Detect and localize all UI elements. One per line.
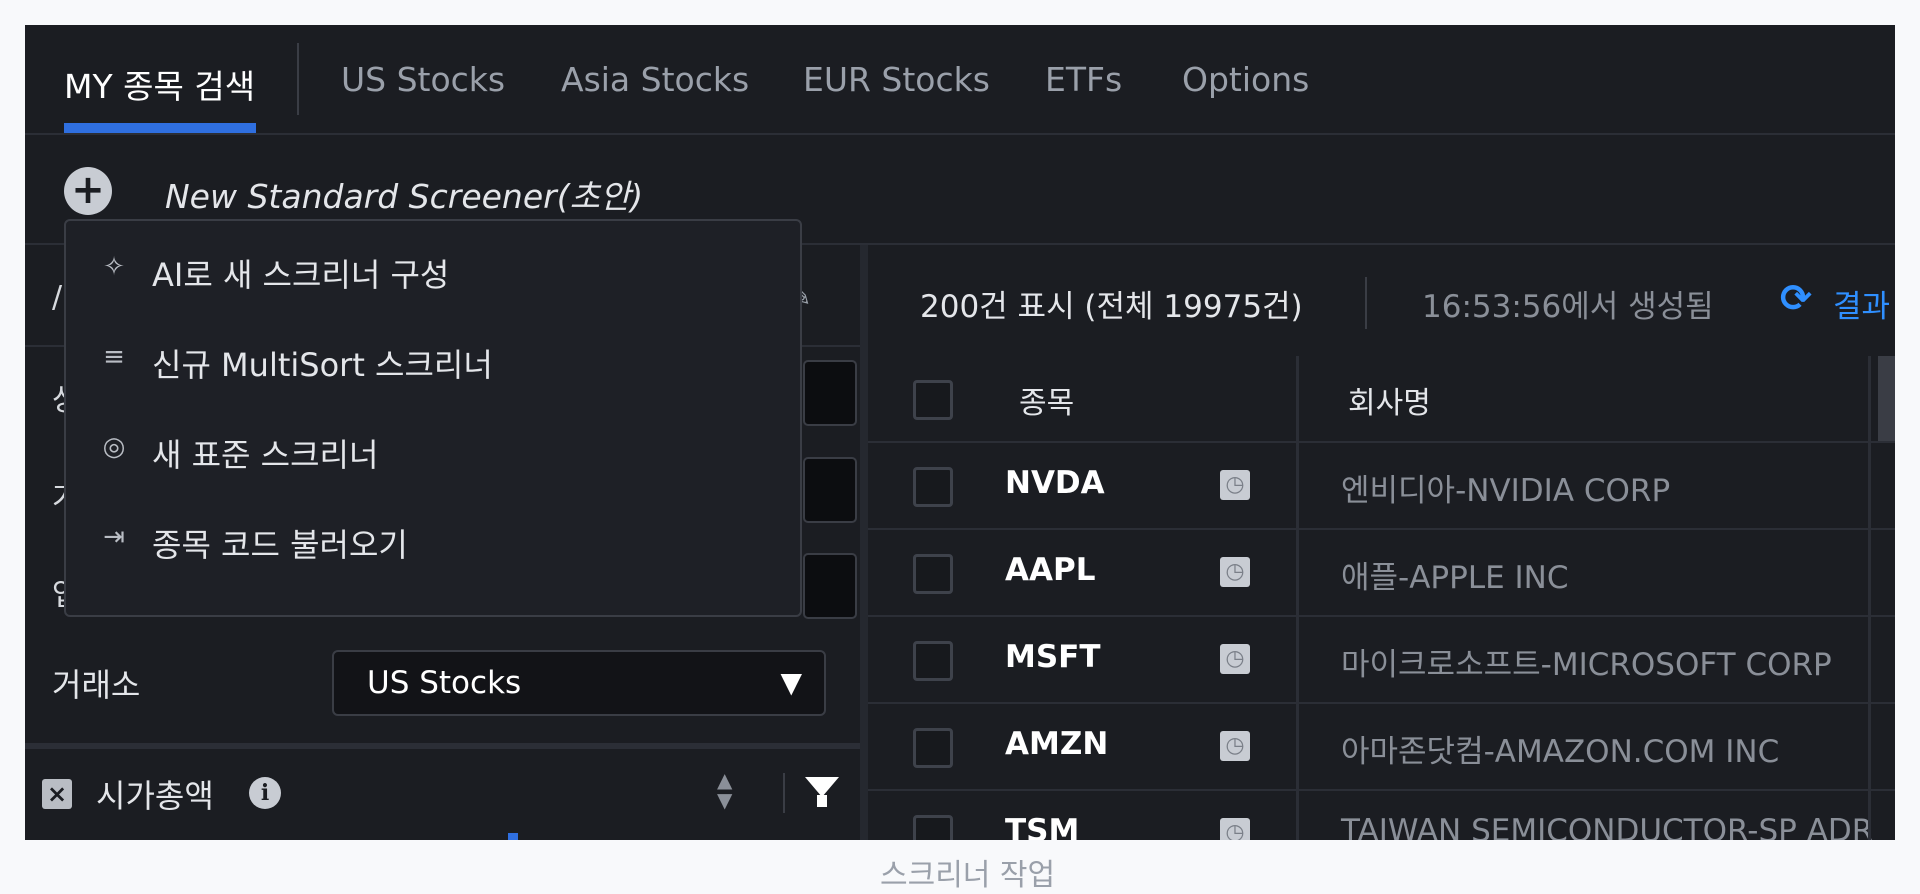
column-divider[interactable]: [1868, 356, 1871, 441]
column-divider: [1868, 704, 1871, 789]
ticker-cell: TSM: [1005, 813, 1080, 840]
menu-item-import-tickers[interactable]: ⇥ 종목 코드 불러오기: [66, 496, 800, 586]
row-checkbox[interactable]: [913, 554, 953, 594]
company-cell: 마이크로소프트-MICROSOFT CORP: [1341, 647, 1832, 683]
filter-row-divider: [783, 773, 785, 813]
menu-item-label: 신규 MultiSort 스크리너: [152, 346, 493, 384]
clock-icon: ◷: [1220, 557, 1250, 587]
row-checkbox[interactable]: [913, 728, 953, 768]
refresh-results-link[interactable]: 결과: [1833, 281, 1890, 326]
new-screener-menu: ✧ AI로 새 스크리너 구성 ≡ 신규 MultiSort 스크리너 ◎ 새 …: [64, 219, 802, 617]
column-divider: [1296, 530, 1299, 615]
clock-icon: ◷: [1220, 731, 1250, 761]
clock-icon: ◷: [1220, 470, 1250, 500]
company-cell: 엔비디아-NVIDIA CORP: [1341, 473, 1671, 509]
menu-item-label: AI로 새 스크리너 구성: [152, 256, 450, 294]
column-header-company[interactable]: 회사명: [1348, 378, 1431, 422]
multisort-icon: ≡: [103, 342, 125, 372]
row-checkbox[interactable]: [913, 815, 953, 840]
table-header-row: 종목 회사명: [868, 356, 1895, 443]
column-divider: [1868, 791, 1871, 840]
tab-my-screener[interactable]: MY 종목 검색: [64, 60, 255, 108]
market-cap-label: 시가총액: [96, 777, 214, 815]
active-tab-indicator: [64, 123, 256, 133]
column-header-ticker[interactable]: 종목: [1019, 378, 1074, 422]
filter-input[interactable]: [803, 360, 857, 426]
column-divider: [1868, 443, 1871, 528]
tab-options[interactable]: Options: [1182, 60, 1309, 99]
slider-handle[interactable]: [508, 833, 518, 840]
row-checkbox[interactable]: [913, 467, 953, 507]
column-divider: [1296, 617, 1299, 702]
results-table: 종목 회사명 NVDA ◷ 엔비디아-NVIDIA CORP AAPL ◷ 애플…: [868, 356, 1895, 840]
filter-input[interactable]: [803, 553, 857, 619]
column-divider[interactable]: [1296, 356, 1299, 441]
menu-item-label: 새 표준 스크리너: [152, 436, 379, 474]
panel-title-fragment: /: [52, 280, 63, 315]
select-all-checkbox[interactable]: [913, 380, 953, 420]
tab-divider: [297, 43, 299, 115]
company-cell: TAIWAN SEMICONDUCTOR-SP ADR: [1341, 813, 1874, 840]
vertical-scrollbar[interactable]: [1878, 356, 1895, 441]
tab-eur-stocks[interactable]: EUR Stocks: [803, 60, 990, 99]
standard-icon: ◎: [102, 432, 126, 462]
status-divider: [1365, 277, 1367, 329]
sort-icon[interactable]: ▲ ▼: [717, 770, 732, 810]
remove-filter-icon[interactable]: ×: [42, 779, 72, 809]
exchange-label: 거래소: [52, 666, 141, 704]
column-divider: [1296, 791, 1299, 840]
image-caption: 스크리너 작업: [880, 858, 1056, 893]
exchange-select[interactable]: US Stocks ▼: [332, 650, 826, 716]
table-row[interactable]: MSFT ◷ 마이크로소프트-MICROSOFT CORP: [868, 617, 1895, 704]
tab-asia-stocks[interactable]: Asia Stocks: [561, 60, 749, 99]
clock-icon: ◷: [1220, 644, 1250, 674]
row-checkbox[interactable]: [913, 641, 953, 681]
add-screener-button[interactable]: +: [64, 167, 112, 215]
tab-us-stocks[interactable]: US Stocks: [341, 60, 505, 99]
company-cell: 아마존닷컴-AMAZON.COM INC: [1341, 734, 1780, 770]
filter-icon[interactable]: [805, 777, 839, 797]
company-cell: 애플-APPLE INC: [1341, 560, 1569, 596]
exchange-selected-value: US Stocks: [367, 665, 522, 701]
ticker-cell: NVDA: [1005, 465, 1105, 501]
tab-etfs[interactable]: ETFs: [1045, 60, 1122, 99]
table-row[interactable]: TSM ◷ TAIWAN SEMICONDUCTOR-SP ADR: [868, 791, 1895, 840]
table-row[interactable]: AAPL ◷ 애플-APPLE INC: [868, 530, 1895, 617]
filter-input[interactable]: [803, 457, 857, 523]
ticker-cell: AMZN: [1005, 726, 1109, 762]
result-count: 200건 표시 (전체 19975건): [920, 289, 1303, 325]
column-divider: [1296, 443, 1299, 528]
ticker-cell: AAPL: [1005, 552, 1096, 588]
menu-item-label: 종목 코드 불러오기: [152, 526, 408, 564]
filter-icon-stem: [817, 795, 827, 807]
caret-down-icon: ▼: [780, 666, 802, 699]
info-icon[interactable]: i: [249, 777, 281, 809]
menu-item-standard-screener[interactable]: ◎ 새 표준 스크리너: [66, 406, 800, 496]
menu-item-multisort-screener[interactable]: ≡ 신규 MultiSort 스크리너: [66, 316, 800, 406]
import-icon: ⇥: [103, 522, 125, 552]
sparkle-icon: ✧: [103, 252, 125, 282]
clock-icon: ◷: [1220, 818, 1250, 840]
generated-time: 16:53:56에서 생성됨: [1422, 289, 1714, 325]
refresh-icon[interactable]: ⟳: [1780, 276, 1812, 320]
column-divider: [1868, 530, 1871, 615]
ticker-cell: MSFT: [1005, 639, 1101, 675]
panel-splitter[interactable]: [860, 245, 868, 840]
menu-item-ai-screener[interactable]: ✧ AI로 새 스크리너 구성: [66, 226, 800, 316]
screener-title[interactable]: New Standard Screener(초안): [165, 170, 643, 218]
column-divider: [1296, 704, 1299, 789]
table-row[interactable]: NVDA ◷ 엔비디아-NVIDIA CORP: [868, 443, 1895, 530]
column-divider: [1868, 617, 1871, 702]
table-row[interactable]: AMZN ◷ 아마존닷컴-AMAZON.COM INC: [868, 704, 1895, 791]
app-window: MY 종목 검색 US Stocks Asia Stocks EUR Stock…: [25, 25, 1895, 840]
